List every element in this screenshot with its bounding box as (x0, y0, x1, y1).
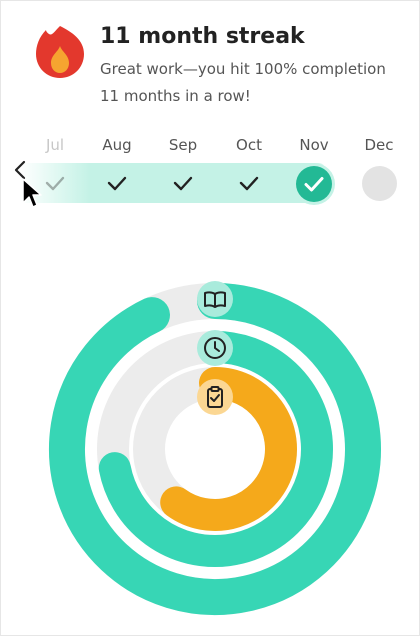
flame-icon (36, 26, 84, 78)
checkmark-icon (304, 177, 324, 192)
mouse-pointer-icon (22, 178, 42, 208)
month-dot-dec[interactable] (362, 166, 397, 201)
clipboard-check-icon (197, 379, 233, 415)
clock-icon (197, 330, 233, 366)
streak-description: Great work—you hit 100% completion 11 mo… (100, 60, 386, 105)
month-label-nov: Nov (299, 136, 329, 154)
month-label-oct: Oct (236, 136, 262, 154)
checkmark-icon (173, 176, 193, 191)
checkmark-icon (45, 176, 65, 191)
page-title: 11 month streak (100, 24, 305, 49)
book-icon (197, 281, 233, 317)
checkmark-icon (107, 176, 127, 191)
checkmark-icon (239, 176, 259, 191)
month-label-dec: Dec (364, 136, 394, 154)
month-label-sep: Sep (168, 136, 198, 154)
activity-rings (49, 283, 381, 615)
month-label-jul: Jul (45, 136, 65, 154)
month-label-aug: Aug (102, 136, 132, 154)
month-dot-nov[interactable] (296, 166, 332, 202)
